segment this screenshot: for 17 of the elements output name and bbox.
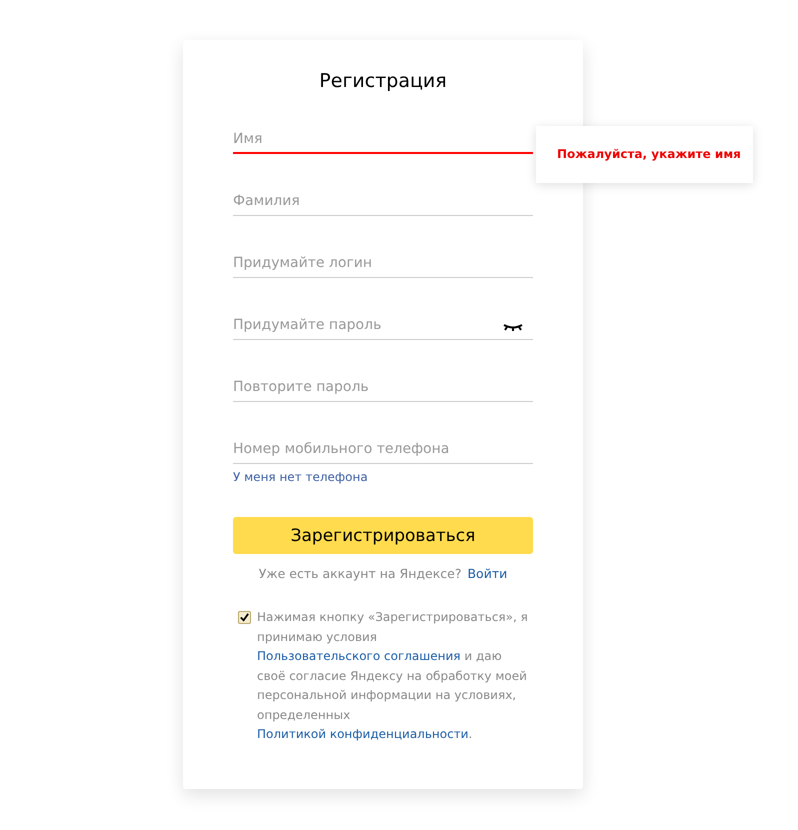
- closed-eye-icon[interactable]: [503, 322, 523, 332]
- register-button[interactable]: Зарегистрироваться: [233, 517, 533, 554]
- terms-link[interactable]: Пользовательского соглашения: [257, 649, 461, 663]
- login-link[interactable]: Войти: [467, 566, 508, 581]
- terms-link[interactable]: Политикой конфиденциальности: [257, 727, 468, 741]
- input-field[interactable]: Фамилия: [233, 179, 533, 216]
- input-field[interactable]: Повторите пароль: [233, 365, 533, 402]
- error-tooltip: Пожалуйста, укажите имя: [536, 126, 753, 183]
- no-phone-link[interactable]: У меня нет телефона: [233, 470, 368, 484]
- input-field[interactable]: Имя: [233, 117, 533, 154]
- consent-checkbox[interactable]: [238, 611, 251, 624]
- login-prompt: Уже есть аккаунт на Яндексе?: [258, 566, 462, 581]
- input-field[interactable]: Придумайте пароль: [233, 303, 533, 340]
- consent-text: Нажимая кнопку «Зарегистрироваться», я принимаю условия Пользовательского соглашения и даю своё согласие Яндексу на обработку моей персональной информации на условиях, определенных Политикой конфиденциальности.: [257, 609, 529, 743]
- input-field[interactable]: Номер мобильного телефона: [233, 427, 533, 464]
- form-title: Регистрация: [318, 70, 448, 94]
- input-field[interactable]: Придумайте логин: [233, 241, 533, 278]
